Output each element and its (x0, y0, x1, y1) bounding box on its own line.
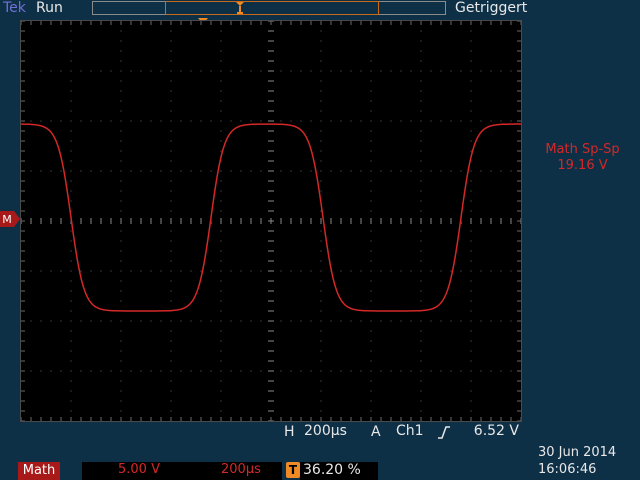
math-reference-label: M (2, 213, 12, 226)
date-display: 30 Jun 2014 (538, 445, 617, 460)
measurement-value: 19.16 V (557, 158, 608, 173)
trigger-offset-box[interactable]: 36.20 % (300, 462, 378, 480)
measurement-title: Math Sp-Sp (545, 142, 620, 157)
record-view-window[interactable] (165, 1, 379, 15)
trigger-source-label: A (371, 424, 381, 440)
brand-logo: Tek (3, 0, 26, 16)
acquisition-run-status: Run (36, 0, 63, 16)
horizontal-scale-value: 200µs (304, 423, 347, 439)
math-trace (21, 123, 521, 312)
math-channel-label[interactable]: Math (18, 462, 60, 480)
trigger-offset-value: 36.20 % (303, 462, 361, 478)
math-scale: 5.00 V (118, 462, 160, 477)
trigger-channel: Ch1 (396, 423, 424, 439)
trigger-offset-icon: T (286, 462, 300, 478)
waveform-display[interactable] (20, 20, 522, 422)
trigger-status: Getriggert (455, 0, 528, 16)
horizontal-label: H (284, 424, 295, 440)
time-display: 16:06:46 (538, 462, 597, 477)
math-timebase: 200µs (221, 462, 261, 477)
math-channel-readout[interactable]: 5.00 V 200µs (82, 462, 282, 480)
trigger-level: 6.52 V (473, 423, 519, 439)
math-reference-marker[interactable]: M (0, 211, 20, 227)
rising-edge-icon (438, 426, 450, 439)
waveform-trace (21, 123, 521, 312)
trigger-point-marker-icon (236, 2, 244, 14)
